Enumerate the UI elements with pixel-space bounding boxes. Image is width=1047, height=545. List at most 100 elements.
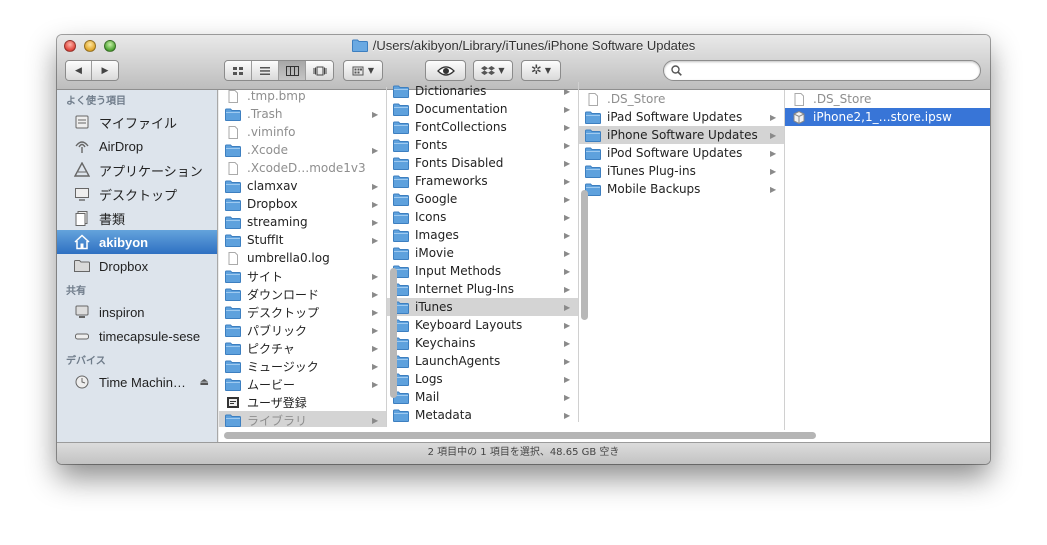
list-item[interactable]: Mobile Backups ▶ [579,180,784,198]
list-item[interactable]: iTunes ▶ [387,298,578,316]
list-item[interactable]: Input Methods ▶ [387,262,578,280]
list-item[interactable]: .Trash ▶ [219,105,386,123]
search-input[interactable] [688,63,968,78]
sidebar-item-1[interactable]: AirDrop [57,134,217,158]
list-item[interactable]: Internet Plug-Ins ▶ [387,280,578,298]
action-button[interactable]: ✲ ▼ [521,60,561,81]
sidebar-item-4[interactable]: 書類 [57,206,217,230]
list-item[interactable]: iTunes Plug-ins ▶ [579,162,784,180]
chevron-right-icon: ▶ [372,379,379,389]
list-item[interactable]: Keyboard Layouts ▶ [387,316,578,334]
list-item[interactable]: streaming ▶ [219,213,386,231]
sidebar-item-1[interactable]: timecapsule-sese [57,324,217,348]
list-item[interactable]: .DS_Store [785,90,990,108]
list-item[interactable]: iPhone Software Updates ▶ [579,126,784,144]
list-item[interactable]: StuffIt ▶ [219,231,386,249]
back-button[interactable]: ◀ [66,61,92,80]
list-item[interactable]: Dictionaries ▶ [387,82,578,100]
list-item[interactable]: Documentation ▶ [387,100,578,118]
horizontal-scrollbar-thumb[interactable] [224,432,816,439]
list-item[interactable]: iPad Software Updates ▶ [579,108,784,126]
item-name: Images [415,228,459,242]
list-item[interactable]: Fonts ▶ [387,136,578,154]
item-name: umbrella0.log [247,251,330,265]
list-item[interactable]: サイト ▶ [219,267,386,285]
list-item[interactable]: umbrella0.log [219,249,386,267]
list-item[interactable]: .tmp.bmp [219,87,386,105]
item-name: .DS_Store [813,92,872,106]
search-field[interactable] [663,60,981,81]
list-item[interactable]: iPod Software Updates ▶ [579,144,784,162]
sidebar-item-5[interactable]: akibyon [57,230,217,254]
list-item[interactable]: ピクチャ ▶ [219,339,386,357]
list-item[interactable]: Images ▶ [387,226,578,244]
forward-button[interactable]: ▶ [92,61,118,80]
chevron-right-icon: ▶ [372,235,379,245]
sidebar-item-3[interactable]: デスクトップ [57,182,217,206]
list-item[interactable]: ライブラリ ▶ [219,411,386,427]
column-2[interactable]: Dictionaries ▶ Documentation ▶ FontCollectio… [387,82,579,422]
sidebar-item-0[interactable]: Time Machin… ⏏ [57,370,217,394]
list-item[interactable]: デスクトップ ▶ [219,303,386,321]
column-view-icon [285,65,299,76]
sidebar-item-label: inspiron [99,304,145,320]
sidebar-item-6[interactable]: Dropbox [57,254,217,278]
list-item[interactable]: ミュージック ▶ [219,357,386,375]
quick-look-button[interactable] [425,60,466,81]
list-item[interactable]: clamxav ▶ [219,177,386,195]
list-item[interactable]: .XcodeD…mode1v3 [219,159,386,177]
column-browser: .tmp.bmp .Trash ▶ .viminfo .Xcode ▶ .XcodeD…mo… [219,82,990,442]
folder-icon [393,211,409,224]
item-name: パブリック [247,323,308,338]
gear-icon: ✲ [530,63,542,78]
folder-icon [393,175,409,188]
chevron-right-icon: ▶ [372,199,379,209]
list-item[interactable]: Logs ▶ [387,370,578,388]
list-item[interactable]: .Xcode ▶ [219,141,386,159]
item-name: streaming [247,215,308,229]
arrange-button[interactable]: ▼ [343,60,383,81]
horizontal-scrollbar[interactable] [219,430,990,442]
list-view-button[interactable] [252,61,279,80]
list-item[interactable]: Fonts Disabled ▶ [387,154,578,172]
eject-icon[interactable]: ⏏ [200,377,209,388]
list-item[interactable]: .DS_Store [579,90,784,108]
list-item[interactable]: Frameworks ▶ [387,172,578,190]
list-item[interactable]: パブリック ▶ [219,321,386,339]
item-name: LaunchAgents [415,354,501,368]
column-1[interactable]: .tmp.bmp .Trash ▶ .viminfo .Xcode ▶ .XcodeD…mo… [219,87,387,427]
list-item[interactable]: iMovie ▶ [387,244,578,262]
folder-icon [393,103,409,116]
chevron-down-icon: ▼ [544,66,552,75]
list-item[interactable]: FontCollections ▶ [387,118,578,136]
list-item[interactable]: Keychains ▶ [387,334,578,352]
list-item[interactable]: iPhone2,1_…store.ipsw [785,108,990,126]
chevron-right-icon: ▶ [770,112,777,122]
icon-view-button[interactable] [225,61,252,80]
column-4[interactable]: .DS_Store iPhone2,1_…store.ipsw [785,90,990,430]
sidebar-item-0[interactable]: マイファイル [57,110,217,134]
item-name: Google [415,192,458,206]
item-name: Fonts [415,138,448,152]
column-1-scrollbar[interactable] [390,268,397,398]
list-item[interactable]: Mail ▶ [387,388,578,406]
list-item[interactable]: ムービー ▶ [219,375,386,393]
list-item[interactable]: Dropbox ▶ [219,195,386,213]
column-3[interactable]: .DS_Store iPad Software Updates ▶ iPhone So… [579,90,785,430]
list-item[interactable]: ダウンロード ▶ [219,285,386,303]
sidebar-item-0[interactable]: inspiron [57,300,217,324]
column-view-button[interactable] [279,61,306,80]
sidebar-item-2[interactable]: アプリケーション [57,158,217,182]
list-item[interactable]: Metadata ▶ [387,406,578,422]
item-name: サイト [247,269,284,284]
dropbox-button[interactable]: ▼ [473,60,513,81]
coverflow-view-button[interactable] [306,61,333,80]
list-item[interactable]: ユーザ登録 [219,393,386,411]
column-2-scrollbar[interactable] [581,190,588,320]
item-name: iMovie [415,246,454,260]
list-item[interactable]: .viminfo [219,123,386,141]
list-item[interactable]: LaunchAgents ▶ [387,352,578,370]
list-item[interactable]: Icons ▶ [387,208,578,226]
eye-icon [436,65,455,76]
list-item[interactable]: Google ▶ [387,190,578,208]
